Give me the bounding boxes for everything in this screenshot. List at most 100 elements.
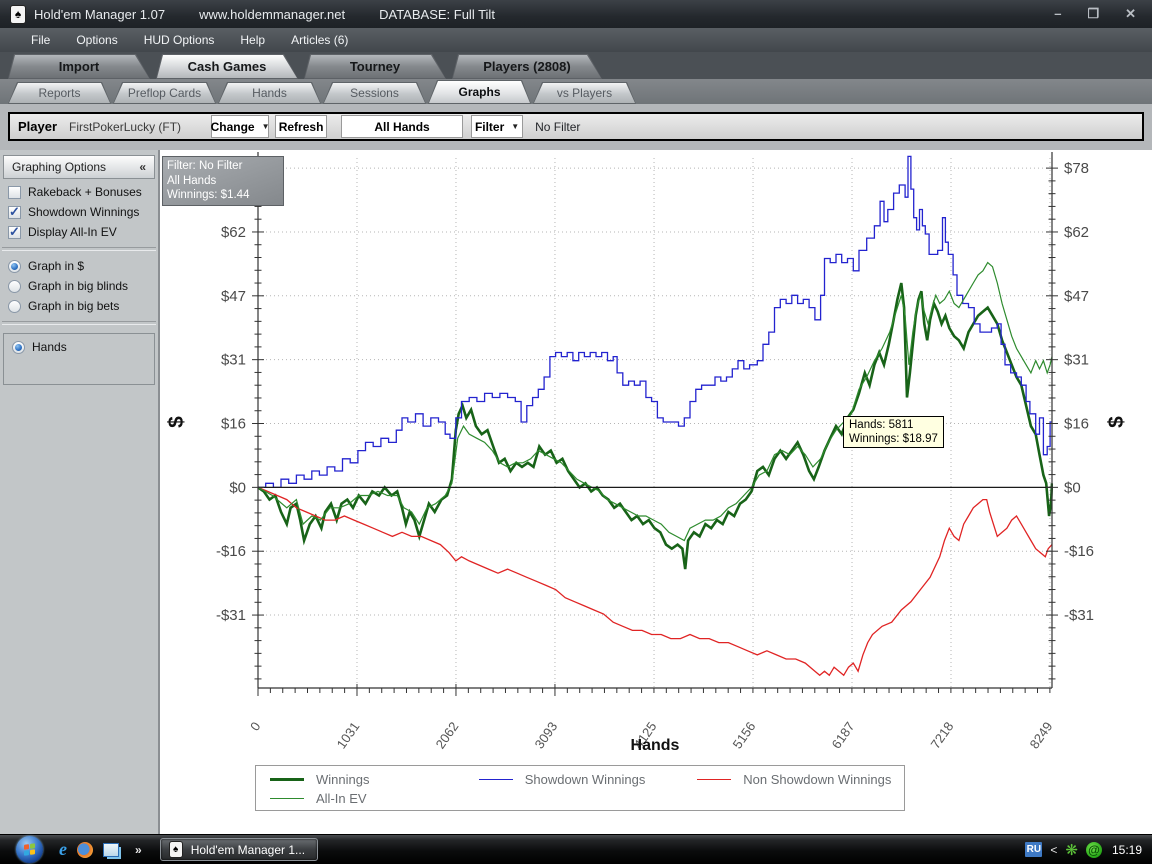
svg-text:2062: 2062: [433, 719, 462, 751]
tab-cash-games[interactable]: Cash Games: [156, 54, 298, 79]
change-player-button[interactable]: Change ▼: [211, 115, 269, 138]
internet-explorer-icon[interactable]: e: [59, 839, 67, 860]
tab-sessions[interactable]: Sessions: [323, 82, 426, 104]
menu-bar: File Options HUD Options Help Articles (…: [0, 28, 1152, 52]
legend-label: All-In EV: [316, 791, 367, 806]
start-button[interactable]: [16, 836, 43, 863]
checkbox-icon[interactable]: [8, 226, 21, 239]
tab-import[interactable]: Import: [8, 54, 150, 79]
tab-vs-players[interactable]: vs Players: [533, 82, 636, 104]
firefox-icon[interactable]: [77, 842, 93, 858]
legend-line-swatch: [270, 778, 304, 781]
player-label: Player: [18, 119, 57, 134]
player-bar: Player FirstPokerLucky (FT) Change ▼ Ref…: [8, 112, 1144, 141]
tab-graphs[interactable]: Graphs: [428, 80, 531, 104]
graphing-options-header[interactable]: Graphing Options «: [3, 155, 155, 179]
radio-hands[interactable]: Hands: [12, 340, 154, 354]
legend-line-swatch: [479, 779, 513, 781]
radio-icon[interactable]: [12, 341, 25, 354]
tab-players[interactable]: Players (2808): [452, 54, 602, 79]
title-bar: ♠ Hold'em Manager 1.07 www.holdemmanager…: [0, 0, 1152, 28]
svg-text:$16: $16: [221, 416, 246, 433]
checkbox-display-allin-ev[interactable]: Display All-In EV: [8, 225, 158, 239]
filter-summary-tooltip: Filter: No Filter All Hands Winnings: $1…: [162, 156, 284, 206]
svg-text:-$31: -$31: [216, 607, 246, 624]
all-hands-box[interactable]: All Hands: [341, 115, 463, 138]
svg-text:Hands: Hands: [631, 737, 680, 754]
windows-flag-icon: [24, 843, 35, 856]
show-desktop-icon[interactable]: [103, 843, 119, 857]
app-spade-icon: ♠: [169, 841, 183, 858]
player-name: FirstPokerLucky (FT): [69, 120, 181, 134]
radio-icon[interactable]: [8, 280, 21, 293]
divider: [2, 321, 156, 325]
system-tray: RU < ❋ @ 15:19: [1025, 841, 1152, 859]
legend-item: Showdown Winnings: [479, 772, 698, 787]
chart-legend: Winnings Showdown Winnings Non Showdown Wi…: [255, 765, 905, 811]
taskbar-task-holdem-manager[interactable]: ♠ Hold'em Manager 1...: [160, 838, 318, 861]
radio-graph-in-big-blinds[interactable]: Graph in big blinds: [8, 279, 158, 293]
svg-text:3093: 3093: [532, 719, 561, 751]
icq-flower-icon[interactable]: ❋: [1065, 841, 1078, 859]
menu-hud-options[interactable]: HUD Options: [131, 33, 228, 47]
menu-articles[interactable]: Articles (6): [278, 33, 361, 47]
svg-text:1031: 1031: [334, 719, 363, 751]
svg-text:-$16: -$16: [216, 543, 246, 560]
radio-icon[interactable]: [8, 300, 21, 313]
quick-launch: e »: [59, 839, 142, 860]
checkbox-rakeback-bonuses[interactable]: Rakeback + Bonuses: [8, 185, 158, 199]
tray-collapse-icon[interactable]: <: [1050, 843, 1057, 857]
window-site: www.holdemmanager.net: [199, 7, 345, 22]
svg-text:-$16: -$16: [1064, 543, 1094, 560]
quick-launch-overflow-chevron[interactable]: »: [135, 843, 142, 857]
legend-item: Winnings: [270, 772, 479, 787]
svg-text:-$31: -$31: [1064, 607, 1094, 624]
svg-text:$31: $31: [221, 352, 246, 369]
app-spade-icon: ♠: [10, 5, 26, 24]
svg-text:$62: $62: [221, 224, 246, 241]
legend-item: All-In EV: [270, 791, 482, 806]
language-indicator[interactable]: RU: [1025, 842, 1042, 857]
graphing-options-panel: Graphing Options « Rakeback + Bonuses Sh…: [0, 150, 160, 834]
radio-icon[interactable]: [8, 260, 21, 273]
tab-reports[interactable]: Reports: [8, 82, 111, 104]
minimize-icon[interactable]: –: [1054, 6, 1061, 22]
svg-text:$47: $47: [1064, 288, 1089, 305]
legend-line-swatch: [697, 779, 731, 781]
legend-line-swatch: [270, 798, 304, 800]
taskbar: e » ♠ Hold'em Manager 1... RU < ❋ @ 15:1…: [0, 834, 1152, 864]
checkbox-showdown-winnings[interactable]: Showdown Winnings: [8, 205, 158, 219]
tab-tourney[interactable]: Tourney: [304, 54, 446, 79]
legend-item: Non Showdown Winnings: [697, 772, 904, 787]
checkbox-icon[interactable]: [8, 206, 21, 219]
hover-tooltip: Hands: 5811 Winnings: $18.97: [843, 416, 944, 448]
filter-value: No Filter: [535, 120, 580, 134]
tab-hands[interactable]: Hands: [218, 82, 321, 104]
svg-text:5156: 5156: [730, 719, 759, 751]
refresh-button[interactable]: Refresh: [275, 115, 327, 138]
radio-graph-in-dollars[interactable]: Graph in $: [8, 259, 158, 273]
desktop: ♠ Hold'em Manager 1.07 www.holdemmanager…: [0, 0, 1152, 864]
radio-graph-in-big-bets[interactable]: Graph in big bets: [8, 299, 158, 313]
svg-text:$0: $0: [1064, 479, 1081, 496]
checkbox-icon[interactable]: [8, 186, 21, 199]
svg-text:$31: $31: [1064, 352, 1089, 369]
menu-file[interactable]: File: [18, 33, 63, 47]
menu-options[interactable]: Options: [63, 33, 130, 47]
svg-text:$: $: [1105, 416, 1128, 428]
svg-text:8249: 8249: [1027, 719, 1056, 751]
chevron-down-icon: ▼: [511, 122, 519, 131]
legend-label: Winnings: [316, 772, 369, 787]
window-database: DATABASE: Full Tilt: [379, 7, 495, 22]
graph-canvas[interactable]: $78$78$62$62$47$47$31$31$16$16$0$0-$16-$…: [160, 150, 1152, 834]
icq-status-icon[interactable]: @: [1086, 842, 1102, 858]
divider: [2, 247, 156, 251]
close-icon[interactable]: ✕: [1125, 6, 1136, 22]
maximize-icon[interactable]: ❒: [1087, 6, 1099, 22]
legend-label: Non Showdown Winnings: [743, 772, 891, 787]
filter-button[interactable]: Filter ▼: [471, 115, 523, 138]
menu-help[interactable]: Help: [227, 33, 278, 47]
svg-text:7218: 7218: [928, 719, 957, 751]
collapse-panel-icon[interactable]: «: [139, 160, 146, 174]
tab-preflop-cards[interactable]: Preflop Cards: [113, 82, 216, 104]
